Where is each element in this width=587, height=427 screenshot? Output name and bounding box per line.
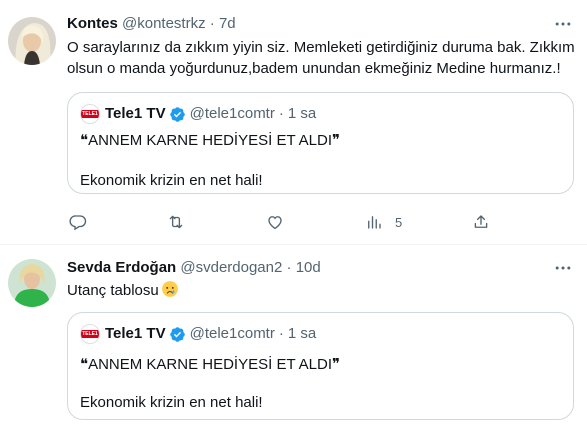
tweet-text: Utanç tablosu bbox=[67, 280, 577, 301]
display-name[interactable]: Sevda Erdoğan bbox=[67, 259, 176, 276]
verified-badge-icon bbox=[169, 326, 185, 342]
tweet-text-content: Utanç tablosu bbox=[67, 282, 159, 299]
tele1-logo-text: TELE1 bbox=[81, 110, 99, 118]
quoted-tweet[interactable]: TELE1 Tele1 TV @tele1comtr · 1 sa ❝ANNEM… bbox=[67, 92, 574, 194]
retweet-icon bbox=[169, 215, 183, 229]
separator-dot: · bbox=[278, 105, 284, 122]
separator-dot: · bbox=[278, 325, 284, 342]
tweet[interactable]: Sevda Erdoğan @svderdogan2 · 10d Utanç t… bbox=[0, 246, 587, 427]
quoted-tweet[interactable]: TELE1 Tele1 TV @tele1comtr · 1 sa ❝ANNEM… bbox=[67, 312, 574, 420]
tweet-header: Sevda Erdoğan @svderdogan2 · 10d bbox=[67, 258, 321, 278]
user-handle[interactable]: @svderdogan2 bbox=[180, 259, 282, 276]
verified-badge-icon bbox=[169, 106, 185, 122]
avatar[interactable] bbox=[8, 17, 56, 65]
quoted-display-name: Tele1 TV bbox=[105, 105, 166, 122]
quoted-tweet-header: TELE1 Tele1 TV @tele1comtr · 1 sa bbox=[80, 324, 316, 344]
quoted-user-handle: @tele1comtr bbox=[189, 105, 275, 122]
quoted-text-line-2: Ekonomik krizin en net hali! bbox=[80, 394, 263, 411]
more-icon[interactable] bbox=[553, 258, 573, 278]
quoted-timestamp: 1 sa bbox=[287, 325, 317, 342]
quoted-display-name: Tele1 TV bbox=[105, 325, 166, 342]
quoted-text-line-1: ❝ANNEM KARNE HEDİYESİ ET ALDI❞ bbox=[80, 132, 341, 149]
quoted-timestamp: 1 sa bbox=[287, 105, 317, 122]
views-button[interactable]: 5 bbox=[365, 212, 402, 232]
share-button[interactable] bbox=[472, 212, 490, 232]
quoted-text-line-2: Ekonomik krizin en net hali! bbox=[80, 172, 263, 189]
tele1-logo[interactable]: TELE1 bbox=[80, 324, 100, 344]
tweet-header: Kontes @kontestrkz · 7d bbox=[67, 14, 236, 34]
tweet-actions: 5 bbox=[67, 212, 507, 234]
quoted-text-line-1: ❝ANNEM KARNE HEDİYESİ ET ALDI❞ bbox=[80, 356, 341, 373]
tweet[interactable]: Kontes @kontestrkz · 7d O saraylarınız d… bbox=[0, 0, 587, 245]
user-handle[interactable]: @kontestrkz bbox=[122, 15, 206, 32]
like-icon bbox=[268, 216, 282, 230]
quoted-tweet-header: TELE1 Tele1 TV @tele1comtr · 1 sa bbox=[80, 104, 316, 124]
like-button[interactable] bbox=[266, 212, 284, 232]
timestamp[interactable]: 7d bbox=[219, 15, 236, 32]
separator-dot: · bbox=[286, 259, 292, 276]
views-count: 5 bbox=[395, 214, 403, 230]
more-icon[interactable] bbox=[553, 14, 573, 34]
retweet-button[interactable] bbox=[167, 212, 185, 232]
reply-button[interactable] bbox=[69, 212, 87, 232]
tweet-text: O saraylarınız da zıkkım yiyin siz. Meml… bbox=[67, 39, 575, 77]
share-icon bbox=[474, 215, 488, 228]
display-name[interactable]: Kontes bbox=[67, 15, 118, 32]
tele1-logo-text: TELE1 bbox=[81, 330, 99, 338]
avatar[interactable] bbox=[8, 259, 56, 307]
quoted-user-handle: @tele1comtr bbox=[189, 325, 275, 342]
separator-dot: · bbox=[209, 15, 215, 32]
tele1-logo[interactable]: TELE1 bbox=[80, 104, 100, 124]
reply-icon bbox=[69, 215, 87, 231]
timestamp[interactable]: 10d bbox=[296, 259, 321, 276]
crying-face-emoji bbox=[161, 281, 178, 297]
views-icon bbox=[368, 216, 381, 229]
